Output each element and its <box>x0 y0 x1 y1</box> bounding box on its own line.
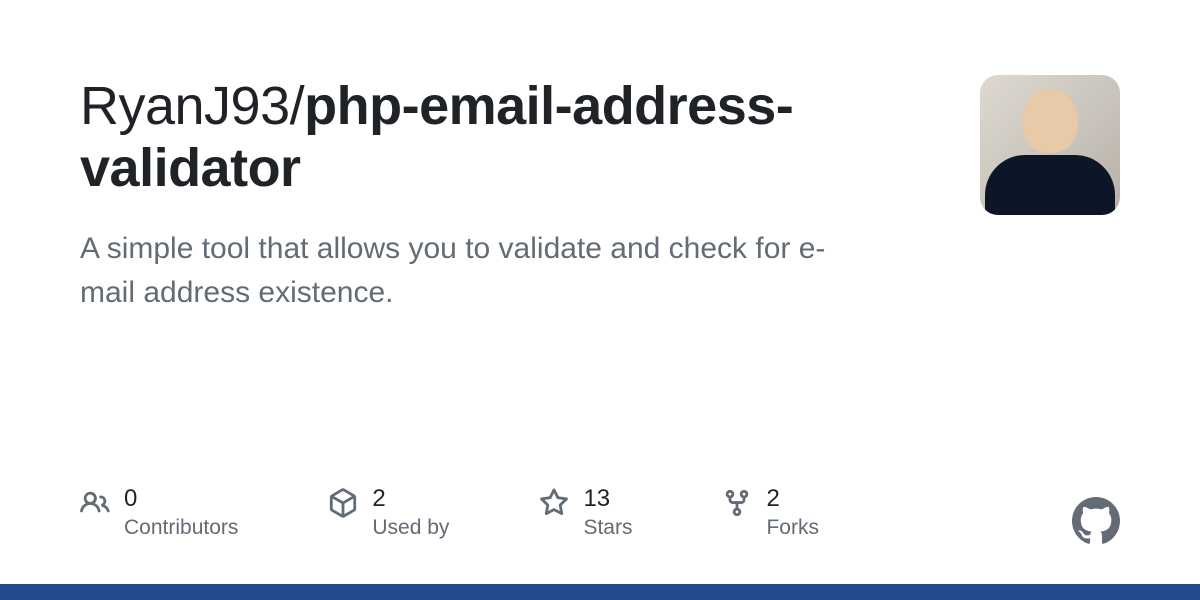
stat-forks[interactable]: 2 Forks <box>722 486 819 540</box>
repo-owner[interactable]: RyanJ93 <box>80 76 290 136</box>
stat-label: Contributors <box>124 516 238 540</box>
stat-value: 2 <box>766 486 819 512</box>
repo-title[interactable]: RyanJ93/php-email-address-validator <box>80 75 940 199</box>
stat-stars[interactable]: 13 Stars <box>539 486 632 540</box>
repo-title-block: RyanJ93/php-email-address-validator A si… <box>80 75 940 314</box>
star-icon <box>539 488 569 518</box>
stat-value: 13 <box>583 486 632 512</box>
stat-label: Stars <box>583 516 632 540</box>
stat-used-by[interactable]: 2 Used by <box>328 486 449 540</box>
people-icon <box>80 488 110 518</box>
owner-avatar[interactable] <box>980 75 1120 215</box>
package-icon <box>328 488 358 518</box>
stat-contributors[interactable]: 0 Contributors <box>80 486 238 540</box>
stat-value: 2 <box>372 486 449 512</box>
repo-stats: 0 Contributors 2 Used by 13 Stars <box>80 486 819 540</box>
slash: / <box>290 76 305 136</box>
repo-description: A simple tool that allows you to validat… <box>80 227 860 314</box>
stat-label: Forks <box>766 516 819 540</box>
stat-label: Used by <box>372 516 449 540</box>
github-logo-icon <box>1072 497 1120 545</box>
fork-icon <box>722 488 752 518</box>
stat-value: 0 <box>124 486 238 512</box>
accent-bar <box>0 584 1200 600</box>
